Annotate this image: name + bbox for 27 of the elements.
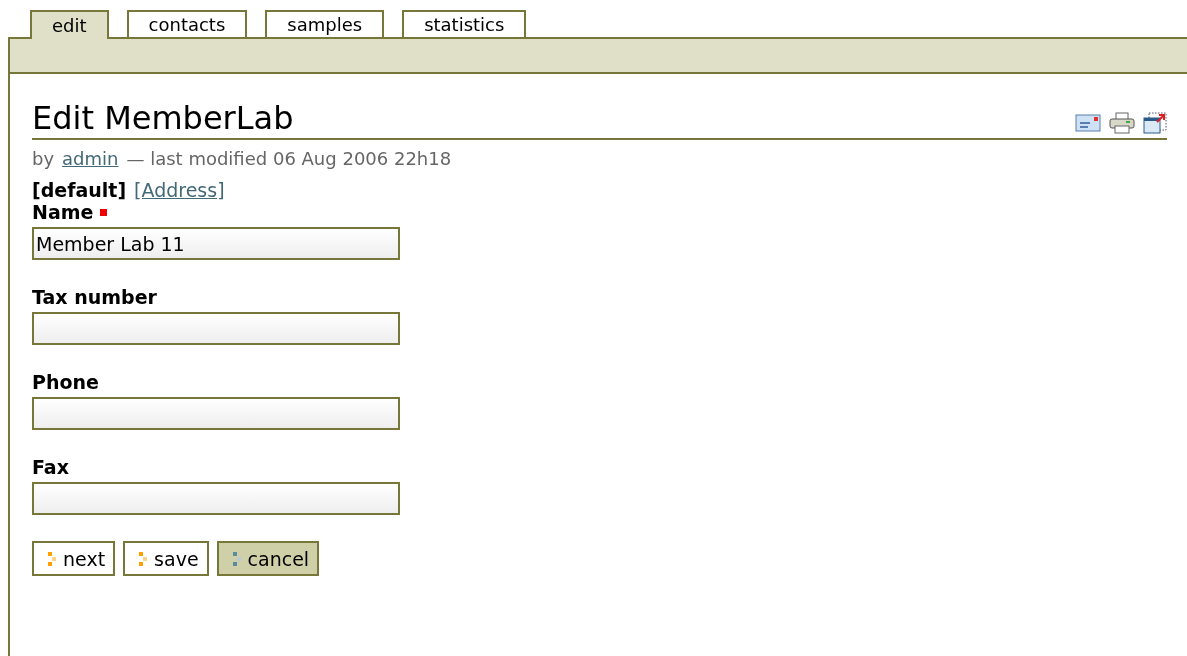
tab[interactable]: contacts bbox=[126, 10, 248, 37]
text-field[interactable] bbox=[32, 397, 400, 430]
print-icon[interactable] bbox=[1109, 112, 1135, 134]
arrow-icon bbox=[232, 551, 242, 566]
author-link[interactable]: admin bbox=[62, 148, 119, 169]
text-field[interactable] bbox=[32, 482, 400, 515]
field-label: Name bbox=[32, 201, 94, 223]
modified-text: — last modified 06 Aug 2006 22h18 bbox=[126, 148, 452, 169]
tab[interactable]: statistics bbox=[402, 10, 527, 37]
arrow-icon bbox=[48, 551, 57, 566]
tab[interactable]: samples bbox=[265, 10, 385, 37]
field-label: Phone bbox=[32, 371, 99, 393]
window-icon[interactable] bbox=[1143, 112, 1167, 134]
text-field[interactable]: Member Lab 11 bbox=[32, 227, 400, 260]
text-field[interactable] bbox=[32, 312, 400, 345]
submit-button[interactable]: save bbox=[123, 541, 209, 576]
submit-button[interactable]: next bbox=[32, 541, 116, 576]
field-label: Tax number bbox=[32, 286, 157, 308]
fieldset-link[interactable]: [Address] bbox=[134, 179, 225, 201]
mail-icon[interactable] bbox=[1075, 114, 1101, 132]
page-title: Edit MemberLab bbox=[32, 100, 295, 136]
arrow-icon bbox=[139, 551, 149, 566]
byline-text: by bbox=[32, 148, 55, 169]
cancel-button[interactable]: cancel bbox=[216, 541, 320, 576]
field-label: Fax bbox=[32, 456, 69, 478]
fieldset-label: [default] bbox=[32, 179, 127, 201]
tab[interactable]: edit bbox=[30, 10, 109, 39]
